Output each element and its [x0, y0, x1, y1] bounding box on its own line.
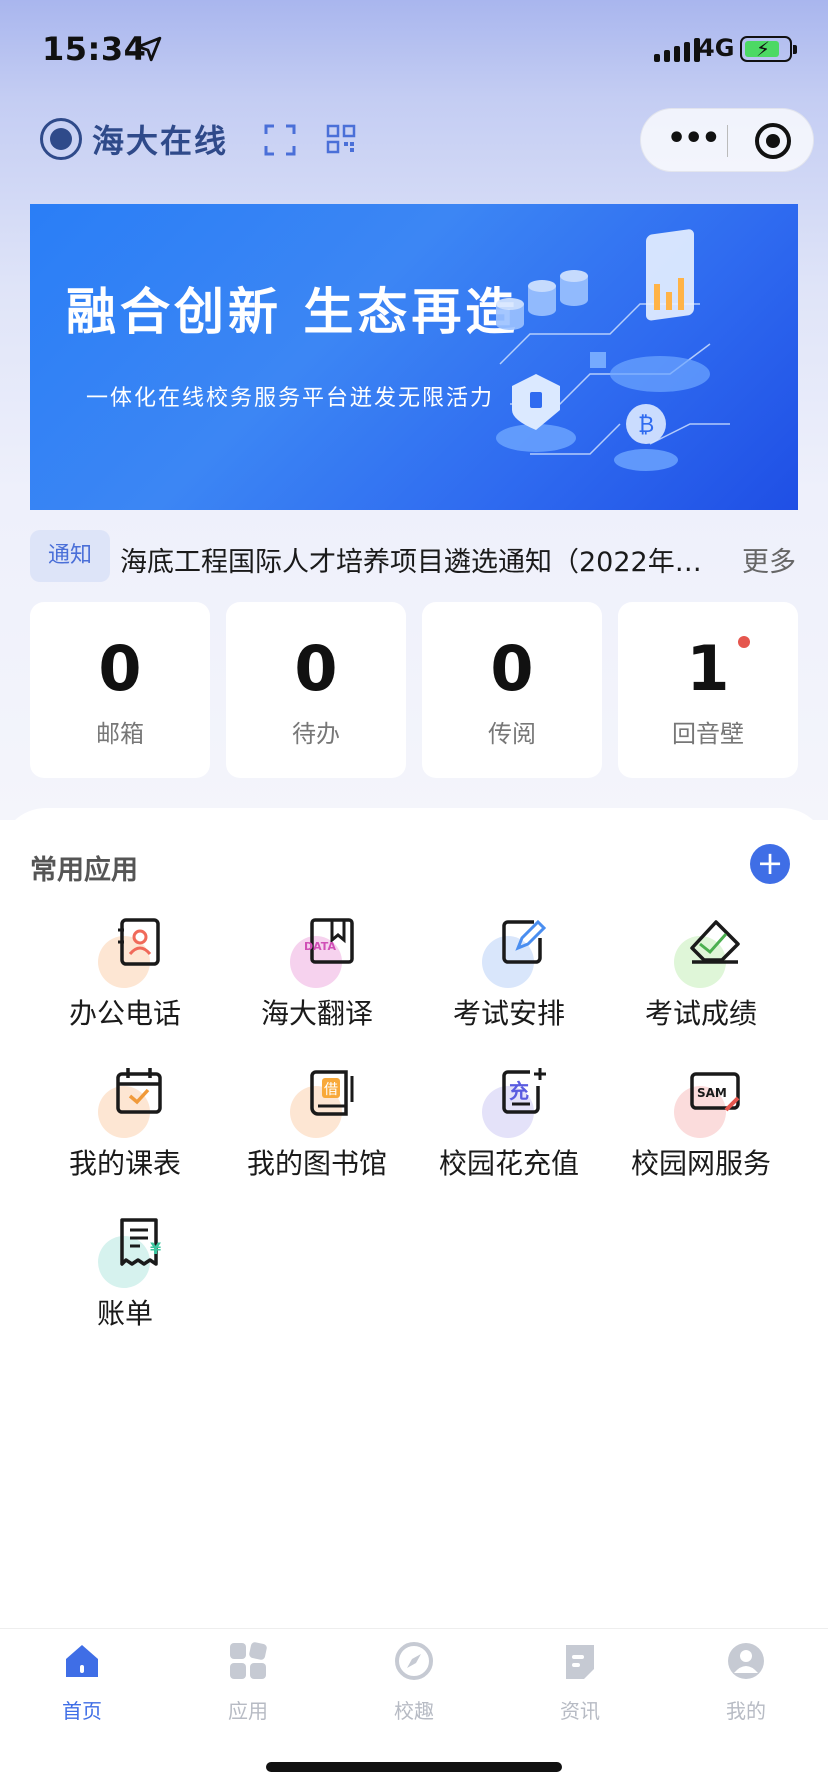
stat-value: 0: [490, 632, 534, 705]
location-arrow-icon: [136, 36, 162, 62]
app-office-phone[interactable]: 办公电话: [30, 910, 220, 1040]
stat-label: 回音壁: [672, 720, 744, 748]
app-label: 校园花充值: [438, 1147, 579, 1180]
stat-value: 0: [294, 632, 338, 705]
battery-icon: ⚡: [740, 36, 797, 62]
tab-label: 资讯: [560, 1699, 600, 1723]
scan-icon[interactable]: [264, 124, 296, 156]
tab-label: 应用: [228, 1699, 268, 1723]
stat-label: 邮箱: [96, 720, 144, 748]
tab-label: 我的: [726, 1699, 766, 1723]
university-emblem-icon: [40, 118, 82, 160]
apps-grid-icon: [230, 1642, 267, 1679]
home-icon: [66, 1645, 98, 1677]
calendar-check-icon: [92, 1060, 172, 1140]
recharge-icon: 充: [476, 1060, 556, 1140]
app-label: 办公电话: [68, 997, 181, 1030]
app-class-schedule[interactable]: 我的课表: [30, 1060, 220, 1190]
signal-icon: [654, 38, 700, 62]
app-library[interactable]: 借 我的图书馆: [222, 1060, 412, 1190]
stat-label: 传阅: [488, 720, 536, 748]
profile-icon: [728, 1643, 764, 1679]
banner-illustration: ₿: [496, 229, 730, 471]
tab-news[interactable]: 资讯: [520, 1641, 640, 1731]
news-icon: [566, 1645, 594, 1679]
svg-text:充: 充: [509, 1079, 529, 1103]
notice-bar[interactable]: 通知 海底工程国际人才培养项目遴选通知（2022年… 更多: [30, 530, 810, 582]
stat-card-circulation[interactable]: 0 传阅: [422, 602, 602, 778]
svg-text:SAM: SAM: [697, 1086, 727, 1100]
network-type: 4G: [698, 34, 735, 62]
app-label: 账单: [96, 1297, 153, 1330]
library-book-icon: 借: [284, 1060, 364, 1140]
translate-book-icon: DATA: [284, 910, 364, 990]
app-label: 考试安排: [452, 997, 565, 1030]
tab-apps[interactable]: 应用: [188, 1641, 308, 1731]
tab-campus-fun[interactable]: 校趣: [354, 1641, 474, 1731]
compass-icon: [395, 1642, 433, 1680]
promo-banner[interactable]: 融合创新 生态再造 一体化在线校务服务平台迸发无限活力 ₿: [30, 204, 798, 510]
stat-value: 0: [98, 632, 142, 705]
app-translation[interactable]: DATA 海大翻译: [222, 910, 412, 1040]
eraser-check-icon: [668, 910, 748, 990]
svg-text:借: 借: [324, 1082, 338, 1098]
tab-home[interactable]: 首页: [22, 1641, 142, 1731]
section-title: 常用应用: [30, 855, 138, 886]
app-label: 校园网服务: [630, 1147, 771, 1180]
app-exam-results[interactable]: 考试成绩: [606, 910, 796, 1040]
app-label: 考试成绩: [644, 997, 757, 1030]
more-options-button[interactable]: •••: [667, 124, 721, 154]
edit-document-icon: [476, 910, 556, 990]
add-app-button[interactable]: +: [750, 844, 790, 884]
stat-label: 待办: [292, 720, 340, 748]
app-recharge[interactable]: 充 校园花充值: [414, 1060, 604, 1190]
stat-card-todo[interactable]: 0 待办: [226, 602, 406, 778]
svg-text:₿: ₿: [638, 413, 654, 438]
app-label: 我的课表: [68, 1147, 181, 1180]
stat-value: 1: [686, 632, 730, 705]
app-bill[interactable]: ¥ 账单: [30, 1210, 220, 1340]
tab-label: 首页: [62, 1699, 102, 1723]
svg-text:DATA: DATA: [304, 940, 336, 953]
notice-text[interactable]: 海底工程国际人才培养项目遴选通知（2022年…: [120, 540, 750, 579]
mini-program-capsule: •••: [640, 108, 814, 172]
svg-text:¥: ¥: [150, 1239, 161, 1258]
app-logo: 海大在线: [40, 116, 228, 162]
close-mini-program-button[interactable]: [755, 123, 791, 159]
app-name: 海大在线: [92, 122, 229, 160]
stats-row: 0 邮箱 0 待办 0 传阅 1 回音壁: [30, 602, 798, 778]
bill-receipt-icon: ¥: [92, 1210, 172, 1290]
unread-badge: [738, 636, 750, 648]
app-exam-schedule[interactable]: 考试安排: [414, 910, 604, 1040]
tab-profile[interactable]: 我的: [686, 1641, 806, 1731]
stat-card-mailbox[interactable]: 0 邮箱: [30, 602, 210, 778]
home-indicator: [266, 1762, 562, 1772]
banner-subtitle: 一体化在线校务服务平台迸发无限活力: [86, 386, 495, 411]
status-bar: 15:34 4G ⚡: [0, 0, 828, 100]
notice-more-link[interactable]: 更多: [742, 540, 796, 579]
app-campus-network[interactable]: SAM 校园网服务: [606, 1060, 796, 1190]
notice-tag: 通知: [30, 530, 110, 582]
qr-code-icon[interactable]: [326, 124, 356, 154]
contact-card-icon: [92, 910, 172, 990]
common-apps-panel: 常用应用 + 办公电话 DATA 海大翻译 考试安排 考试成绩 我的课表 借 我…: [0, 808, 828, 1628]
banner-title: 融合创新 生态再造: [66, 283, 520, 341]
app-label: 海大翻译: [260, 997, 373, 1030]
stat-card-echo-wall[interactable]: 1 回音壁: [618, 602, 798, 778]
network-service-icon: SAM: [668, 1060, 748, 1140]
tab-label: 校趣: [394, 1699, 434, 1723]
status-time: 15:34: [42, 30, 147, 68]
app-label: 我的图书馆: [246, 1147, 387, 1180]
